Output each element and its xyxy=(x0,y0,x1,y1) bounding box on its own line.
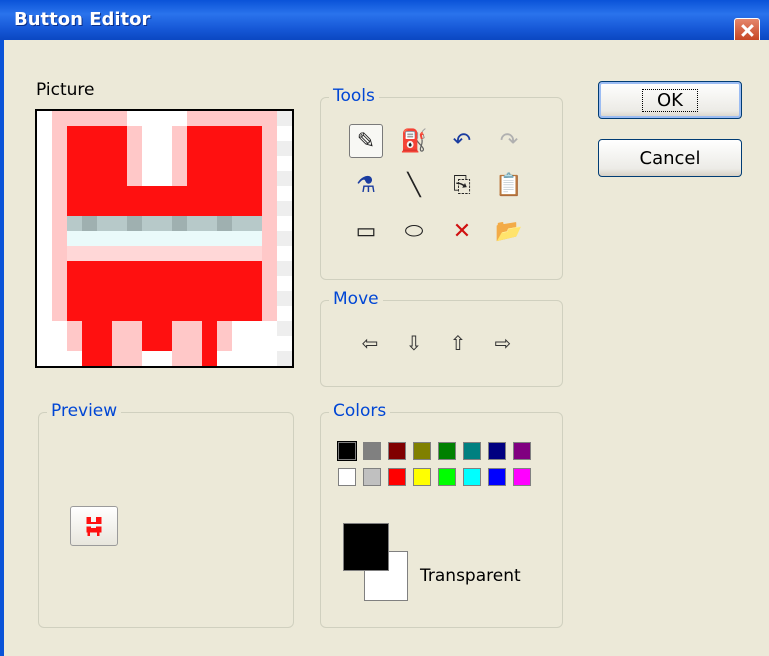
copy-button[interactable]: ⎘ xyxy=(445,168,479,202)
undo-icon: ↶ xyxy=(452,128,472,154)
preview-label: Preview xyxy=(47,401,122,421)
line-icon: ╲ xyxy=(407,172,421,198)
color-swatch[interactable] xyxy=(438,468,456,486)
color-swatch[interactable] xyxy=(363,442,381,460)
ellipse-icon: ⬭ xyxy=(404,218,424,244)
open-button[interactable]: 📂 xyxy=(492,214,526,248)
ellipse-tool[interactable]: ⬭ xyxy=(397,214,431,248)
preview-button[interactable] xyxy=(70,506,118,546)
pixel-art xyxy=(52,111,292,366)
move-label: Move xyxy=(329,289,383,309)
foreground-color-swatch[interactable] xyxy=(343,523,389,571)
move-left-button[interactable]: ⇦ xyxy=(358,331,382,355)
move-right-button[interactable]: ⇨ xyxy=(491,331,515,355)
window-title: Button Editor xyxy=(14,9,151,30)
pencil-icon: ✎ xyxy=(356,128,376,154)
undo-button[interactable]: ↶ xyxy=(445,124,479,158)
tools-label: Tools xyxy=(329,86,379,106)
color-swatch[interactable] xyxy=(438,442,456,460)
move-left-icon: ⇦ xyxy=(361,331,379,355)
redo-button[interactable]: ↷ xyxy=(492,124,526,158)
redo-icon: ↷ xyxy=(499,128,519,154)
transparent-label: Transparent xyxy=(420,566,521,586)
color-swatch[interactable] xyxy=(413,442,431,460)
color-swatch[interactable] xyxy=(513,468,531,486)
picture-canvas[interactable] xyxy=(35,109,294,368)
color-swatch[interactable] xyxy=(338,468,356,486)
color-swatch[interactable] xyxy=(413,468,431,486)
cancel-label: Cancel xyxy=(639,147,701,169)
pencil-tool[interactable]: ✎ xyxy=(349,124,383,158)
line-tool[interactable]: ╲ xyxy=(397,168,431,202)
title-bar[interactable]: Button Editor xyxy=(0,0,769,43)
color-swatch[interactable] xyxy=(337,441,357,461)
move-right-icon: ⇨ xyxy=(494,331,512,355)
rectangle-tool[interactable]: ▭ xyxy=(349,214,383,248)
color-swatch[interactable] xyxy=(363,468,381,486)
color-swatch[interactable] xyxy=(463,468,481,486)
color-swatch[interactable] xyxy=(388,468,406,486)
ok-button[interactable]: OK xyxy=(598,81,742,119)
fill-tool[interactable]: ⛽ xyxy=(397,124,431,158)
fill-bucket-icon: ⛽ xyxy=(400,128,428,154)
move-down-icon: ⇩ xyxy=(405,331,423,355)
copy-icon: ⎘ xyxy=(453,172,471,198)
move-down-button[interactable]: ⇩ xyxy=(402,331,426,355)
clear-button[interactable]: ✕ xyxy=(445,214,479,248)
paste-button[interactable]: 📋 xyxy=(492,168,526,202)
clear-icon: ✕ xyxy=(452,218,472,244)
rectangle-icon: ▭ xyxy=(355,218,377,244)
color-swatch[interactable] xyxy=(388,442,406,460)
color-swatch[interactable] xyxy=(488,468,506,486)
move-up-button[interactable]: ⇧ xyxy=(446,331,470,355)
move-group: Move xyxy=(320,289,563,387)
preview-icon xyxy=(86,517,102,536)
move-up-icon: ⇧ xyxy=(449,331,467,355)
color-swatch[interactable] xyxy=(488,442,506,460)
picture-label: Picture xyxy=(36,80,95,100)
eyedropper-tool[interactable]: ⚗ xyxy=(349,168,383,202)
color-swatch[interactable] xyxy=(463,442,481,460)
colors-label: Colors xyxy=(329,401,391,421)
ok-label: OK xyxy=(642,88,698,112)
paste-icon: 📋 xyxy=(495,172,523,198)
color-swatch[interactable] xyxy=(513,442,531,460)
cancel-button[interactable]: Cancel xyxy=(598,139,742,177)
open-folder-icon: 📂 xyxy=(495,218,523,244)
eyedropper-icon: ⚗ xyxy=(356,172,376,198)
